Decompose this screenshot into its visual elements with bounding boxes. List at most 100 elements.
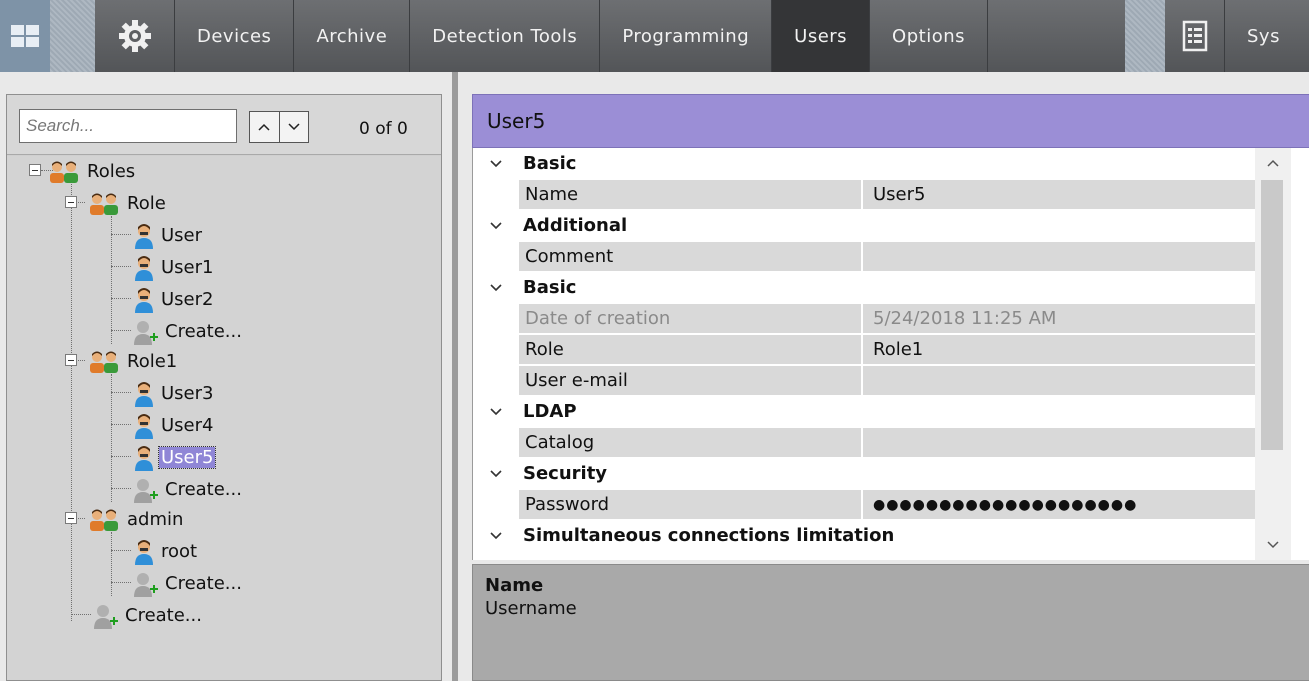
description-title: Name (485, 575, 544, 596)
property-row-date[interactable]: Date of creation 5/24/2018 11:25 AM (473, 303, 1255, 334)
property-row-password[interactable]: Password ●●●●●●●●●●●●●●●●●●●● (473, 489, 1255, 520)
search-result-count: 0 of 0 (359, 119, 408, 139)
property-row-comment[interactable]: Comment (473, 241, 1255, 272)
tab-system[interactable]: Sys (1225, 0, 1280, 72)
group-icon (87, 508, 121, 532)
tree-node-label: User4 (161, 415, 214, 436)
tree-line (111, 330, 131, 331)
property-value-password[interactable]: ●●●●●●●●●●●●●●●●●●●● (863, 490, 1255, 519)
create-user-admin[interactable]: Create... (133, 568, 244, 599)
tree-node-label: User (161, 225, 203, 246)
category-label: LDAP (523, 401, 577, 422)
tree-node-root[interactable]: root (133, 536, 199, 567)
property-row-role[interactable]: Role Role1 (473, 334, 1255, 365)
collapse-toggle[interactable] (65, 512, 77, 524)
search-next-button[interactable] (278, 112, 309, 142)
tree-line (111, 532, 112, 596)
category-label: Basic (523, 153, 577, 174)
chevron-down-icon (1267, 541, 1279, 549)
property-row-catalog[interactable]: Catalog (473, 427, 1255, 458)
scroll-down-button[interactable] (1255, 530, 1291, 560)
property-value-comment[interactable] (863, 242, 1255, 271)
collapse-toggle[interactable] (29, 164, 41, 176)
settings-button[interactable] (95, 0, 175, 72)
tree-node-label: Roles (87, 161, 136, 182)
property-name: User e-mail (519, 366, 861, 395)
tree-node-roles[interactable]: Roles (47, 156, 137, 187)
tree-node-role[interactable]: Role (87, 188, 168, 219)
collapse-toggle[interactable] (65, 354, 77, 366)
chevron-down-icon (473, 159, 519, 168)
tree-line (111, 234, 131, 235)
search-prev-button[interactable] (250, 112, 279, 142)
tab-programming[interactable]: Programming (600, 0, 773, 72)
property-grid-scrollbar[interactable] (1255, 148, 1291, 560)
grid-menu-button[interactable] (0, 0, 50, 72)
category-ldap[interactable]: LDAP (473, 396, 1255, 427)
scroll-up-button[interactable] (1255, 148, 1291, 178)
category-basic[interactable]: Basic (473, 148, 1255, 179)
chevron-down-icon (473, 283, 519, 292)
user-icon (133, 381, 155, 407)
tree-line (71, 184, 72, 621)
property-value-email[interactable] (863, 366, 1255, 395)
scroll-thumb[interactable] (1261, 180, 1283, 450)
group-icon (87, 350, 121, 374)
property-row-name[interactable]: Name User5 (473, 179, 1255, 210)
users-tree: Roles Role User User1 User2 Create... Ro… (7, 156, 441, 680)
tree-node-label: Create... (165, 573, 242, 594)
property-grid: Basic Name User5 Additional Comment Basi… (472, 148, 1309, 560)
category-basic-2[interactable]: Basic (473, 272, 1255, 303)
tree-node-user2[interactable]: User2 (133, 284, 215, 315)
tree-node-label: Create... (125, 605, 202, 626)
property-value-name[interactable]: User5 (863, 180, 1255, 209)
tab-options[interactable]: Options (870, 0, 988, 72)
tab-detection-tools[interactable]: Detection Tools (410, 0, 601, 72)
create-user-role[interactable]: Create... (133, 316, 244, 347)
search-bar: 0 of 0 (7, 95, 441, 155)
category-label: Basic (523, 277, 577, 298)
tree-node-label: User3 (161, 383, 214, 404)
tree-node-user5[interactable]: User5 (133, 442, 217, 473)
create-role[interactable]: Create... (93, 600, 204, 631)
category-simultaneous-connections[interactable]: Simultaneous connections limitation (473, 520, 1255, 551)
category-security[interactable]: Security (473, 458, 1255, 489)
group-icon (87, 192, 121, 216)
user-icon (133, 539, 155, 565)
add-user-icon (133, 477, 159, 503)
gear-icon (118, 20, 151, 52)
chevron-down-icon (473, 531, 519, 540)
property-name: Comment (519, 242, 861, 271)
tree-node-user[interactable]: User (133, 220, 204, 251)
grid-icon (11, 25, 39, 47)
category-additional[interactable]: Additional (473, 210, 1255, 241)
tab-devices[interactable]: Devices (175, 0, 295, 72)
report-button[interactable] (1165, 0, 1225, 72)
tree-node-user3[interactable]: User3 (133, 378, 215, 409)
search-input[interactable] (19, 109, 237, 143)
property-value-date: 5/24/2018 11:25 AM (863, 304, 1255, 333)
property-value-catalog[interactable] (863, 428, 1255, 457)
property-name: Date of creation (519, 304, 861, 333)
users-tree-panel: 0 of 0 Roles Ro (6, 94, 442, 681)
collapse-toggle[interactable] (65, 196, 77, 208)
tree-node-role1[interactable]: Role1 (87, 346, 179, 377)
tree-node-user4[interactable]: User4 (133, 410, 215, 441)
tree-node-user1[interactable]: User1 (133, 252, 215, 283)
tree-node-label-selected: User5 (157, 446, 217, 469)
tree-line (111, 216, 112, 344)
tree-line (111, 392, 131, 393)
property-value-role[interactable]: Role1 (863, 335, 1255, 364)
tree-node-label: Role (127, 193, 166, 214)
chevron-down-icon (473, 469, 519, 478)
user-icon (133, 223, 155, 249)
create-user-role1[interactable]: Create... (133, 474, 244, 505)
user-icon (133, 255, 155, 281)
system-tabs: Sys (1165, 0, 1309, 72)
tab-users[interactable]: Users (772, 0, 871, 72)
property-row-email[interactable]: User e-mail (473, 365, 1255, 396)
properties-title: User5 (472, 94, 1309, 148)
tree-node-admin[interactable]: admin (87, 504, 185, 535)
tree-line (71, 614, 91, 615)
tab-archive[interactable]: Archive (294, 0, 411, 72)
